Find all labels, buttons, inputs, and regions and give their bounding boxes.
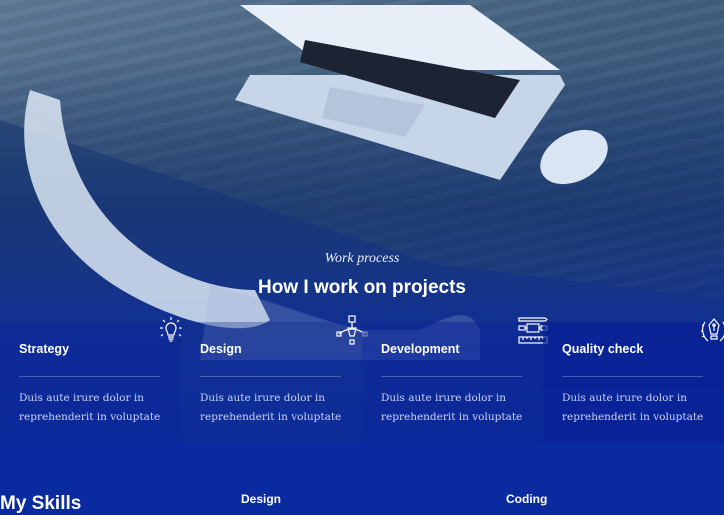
card-divider — [381, 376, 522, 377]
card-divider — [200, 376, 341, 377]
process-card-design: Design Duis aute irure dolor in reprehen… — [181, 315, 368, 443]
skills-column-coding: Coding — [506, 492, 548, 506]
card-description: Duis aute irure dolor in reprehenderit i… — [19, 392, 161, 423]
card-title: Design — [200, 342, 242, 356]
card-description: Duis aute irure dolor in reprehenderit i… — [381, 392, 523, 423]
card-title: Strategy — [19, 342, 70, 356]
card-description: Duis aute irure dolor in reprehenderit i… — [200, 392, 342, 423]
process-card-strategy: Strategy Duis aute irure dolor in repreh… — [0, 317, 182, 443]
hero-section: Work process How I work on projects Stra… — [0, 0, 724, 443]
process-card-quality-check: Quality check Duis aute irure dolor in r… — [543, 318, 724, 443]
section-subtitle: Work process — [324, 251, 400, 266]
skills-column-design: Design — [241, 492, 282, 506]
card-title: Development — [381, 342, 460, 356]
card-description: Duis aute irure dolor in reprehenderit i… — [562, 392, 704, 423]
card-divider — [19, 376, 160, 377]
process-card-development: Development Duis aute irure dolor in rep… — [362, 317, 548, 443]
skills-section: My Skills Design Coding — [0, 443, 724, 514]
mouse-shape — [540, 129, 608, 185]
section-title: How I work on projects — [258, 277, 466, 298]
fountain-pen-laurel-icon — [698, 314, 724, 346]
card-divider — [562, 376, 703, 377]
card-title: Quality check — [562, 342, 644, 356]
process-cards: Strategy Duis aute irure dolor in repreh… — [0, 315, 724, 443]
